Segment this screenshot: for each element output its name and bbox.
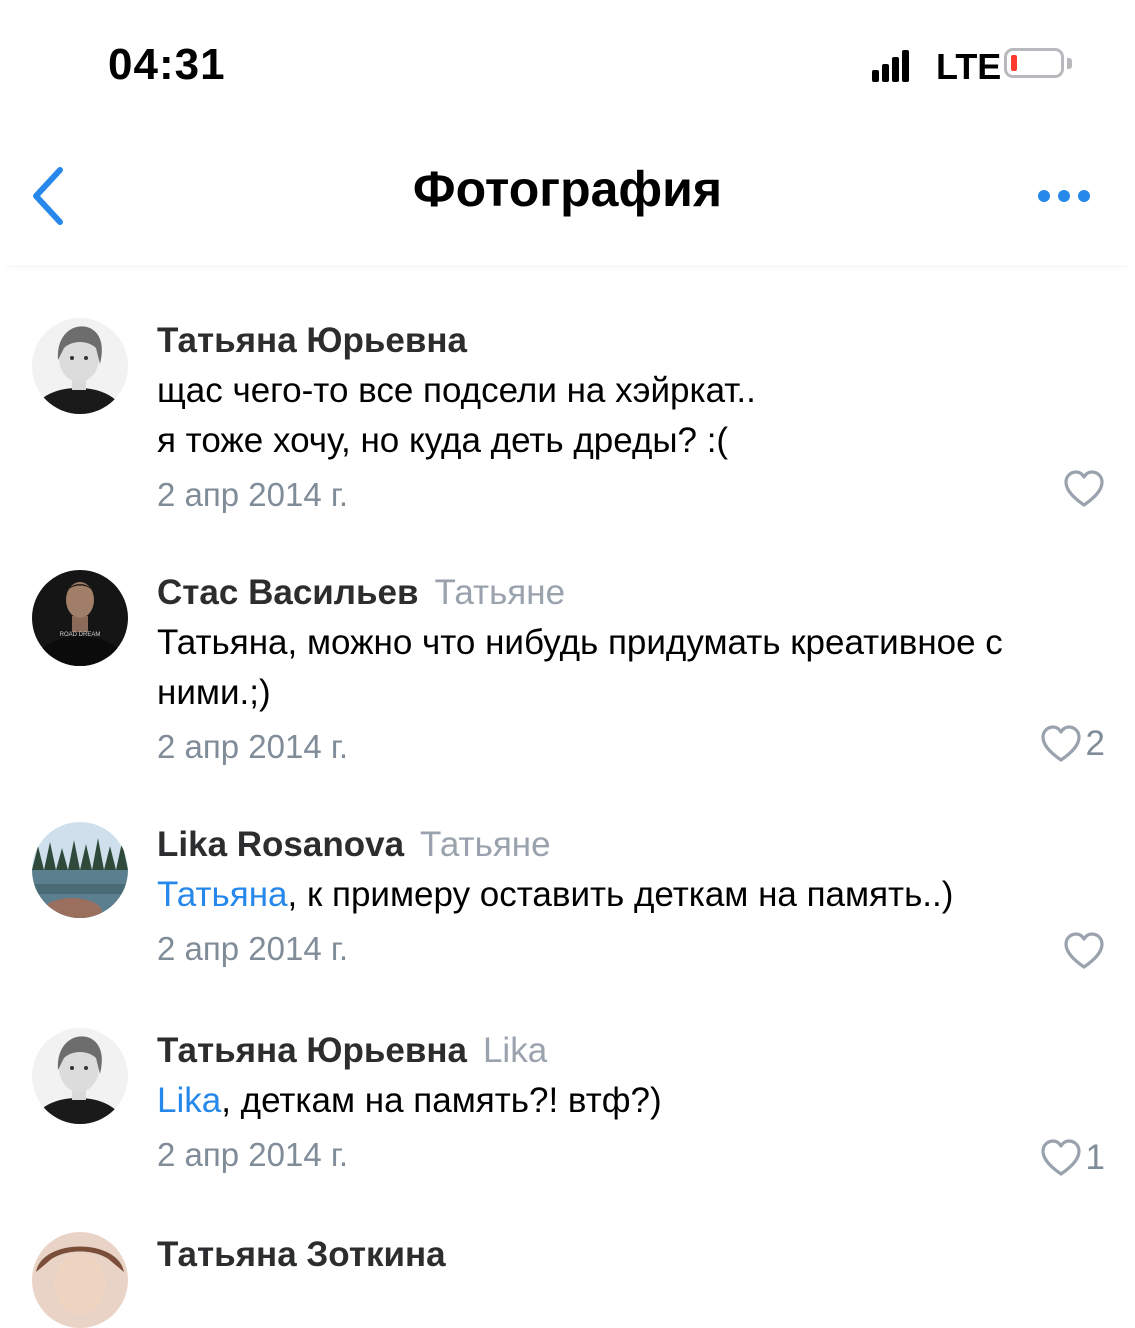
comment-date: 2 апр 2014 г. [157, 728, 349, 765]
mention-link[interactable]: Lika [157, 1081, 221, 1120]
signal-icon [872, 50, 912, 82]
comment-text: Lika, деткам на память?! втф?) [157, 1081, 662, 1120]
author-name[interactable]: Татьяна Юрьевна [157, 1031, 467, 1070]
page-title: Фотография [412, 161, 723, 217]
comment-body: Татьяна Юрьевна Lika Lika, деткам на памя… [157, 1028, 1103, 1178]
nav-bar: Фотография [0, 120, 1135, 265]
comment-body: Татьяна Зоткина [157, 1232, 1103, 1278]
comment-body: Стас Васильев Татьяне Татьяна, можно что … [157, 570, 1103, 770]
reply-to[interactable]: Татьяне [420, 825, 551, 864]
comment-body: Lika Rosanova Татьяне Татьяна, к примеру … [157, 822, 1103, 972]
reply-to[interactable]: Lika [483, 1031, 547, 1070]
author-name[interactable]: Татьяна Юрьевна [157, 321, 467, 360]
author-name[interactable]: Lika Rosanova [157, 825, 404, 864]
heart-icon [1040, 1139, 1081, 1176]
like-button[interactable]: 1 [1040, 1138, 1105, 1178]
network-type: LTE [936, 46, 1002, 87]
comment-text: щас чего-то все подсели на хэйркат.. я т… [157, 371, 756, 460]
heart-icon [1040, 725, 1081, 762]
status-bar: 04:31 LTE [0, 0, 1135, 120]
like-count: 2 [1085, 724, 1105, 763]
comment-text: Татьяна, можно что нибудь придумать креа… [157, 623, 1003, 712]
reply-to[interactable]: Татьяне [435, 573, 566, 612]
more-dots-icon[interactable] [1036, 188, 1092, 204]
avatar[interactable] [32, 822, 128, 918]
avatar[interactable] [32, 1232, 128, 1328]
like-button[interactable] [1063, 470, 1105, 508]
author-name[interactable]: Татьяна Зоткина [157, 1235, 446, 1274]
like-button[interactable] [1063, 932, 1105, 970]
comment-date: 2 апр 2014 г. [157, 1136, 349, 1173]
avatar[interactable]: ROAD DREAM [32, 570, 128, 666]
like-count: 1 [1085, 1138, 1105, 1177]
battery-tip [1067, 58, 1072, 69]
status-time: 04:31 [108, 40, 226, 89]
comment-date: 2 апр 2014 г. [157, 476, 349, 513]
heart-icon [1064, 470, 1104, 507]
avatar[interactable] [32, 318, 128, 414]
avatar[interactable] [32, 1028, 128, 1124]
battery-icon [1004, 48, 1064, 78]
heart-icon [1064, 932, 1104, 969]
comment-body: Татьяна Юрьевна щас чего-то все подсели … [157, 318, 1103, 518]
avatar-shirt-text: ROAD DREAM [60, 632, 101, 638]
comment-date: 2 апр 2014 г. [157, 930, 349, 967]
author-name[interactable]: Стас Васильев [157, 573, 419, 612]
mention-link[interactable]: Татьяна [157, 875, 288, 914]
comment-text: Татьяна, к примеру оставить деткам на па… [157, 875, 954, 914]
like-button[interactable]: 2 [1040, 724, 1105, 764]
